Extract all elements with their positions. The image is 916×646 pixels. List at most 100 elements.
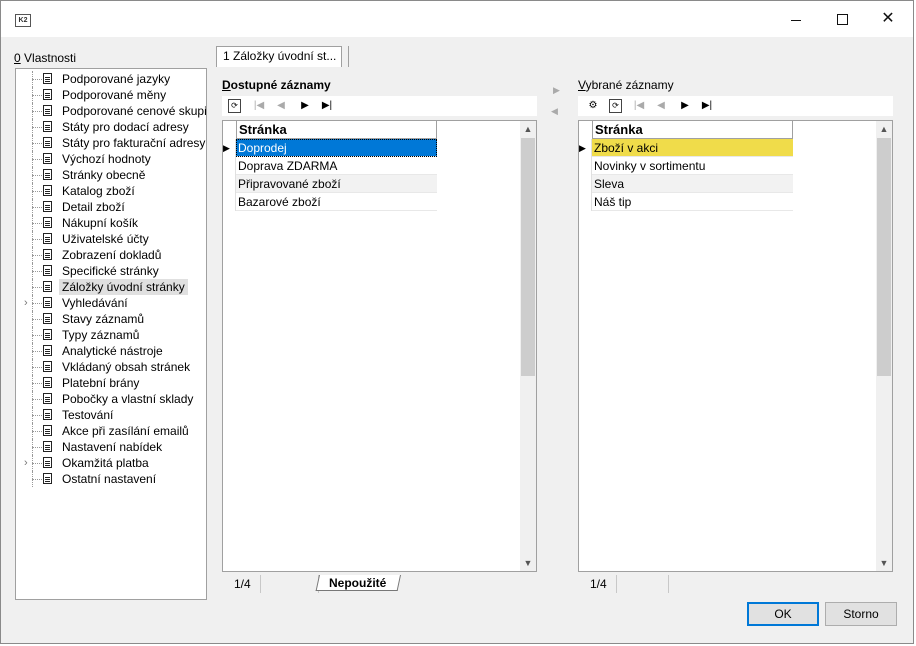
tree-item-label: Specifické stránky	[62, 264, 159, 278]
tree-branch	[32, 239, 42, 240]
prev-record-icon[interactable]: ◀	[652, 97, 670, 115]
tree-item-label: Uživatelské účty	[62, 232, 149, 246]
tree-branch	[32, 127, 42, 128]
cancel-button[interactable]: Storno	[825, 602, 897, 626]
scroll-up-icon[interactable]: ▲	[520, 121, 536, 137]
tree-branch	[32, 335, 42, 336]
tab-unused[interactable]: Nepoužité	[315, 575, 409, 593]
tree-item-label: Nastavení nabídek	[62, 440, 163, 454]
tree-item-label: Okamžitá platba	[62, 456, 149, 470]
available-scrollbar[interactable]: ▲ ▼	[520, 121, 536, 571]
document-icon	[43, 153, 52, 164]
available-grid[interactable]: Stránka ▲ ▼ ▶ Doprodej Doprava ZDARMA Připr…	[222, 120, 537, 572]
document-icon	[43, 201, 52, 212]
table-cell[interactable]: Doprodej	[236, 139, 437, 157]
row-pointer-icon[interactable]: ▶	[579, 139, 592, 157]
tree-item-label: Státy pro fakturační adresy	[62, 136, 206, 150]
column-header-page[interactable]: Stránka	[592, 121, 793, 139]
tree-branch	[32, 367, 42, 368]
column-header-page[interactable]: Stránka	[236, 121, 437, 139]
selected-status-bar: 1/4	[578, 575, 893, 593]
tree-item-label: Akce při zasílání emailů	[62, 424, 189, 438]
table-cell[interactable]: Připravované zboží	[236, 175, 437, 193]
table-row[interactable]: Náš tip	[579, 193, 793, 211]
table-row[interactable]: Doprava ZDARMA	[223, 157, 437, 175]
table-cell[interactable]: Bazarové zboží	[236, 193, 437, 211]
table-row[interactable]: ▶ Zboží v akci	[579, 139, 793, 157]
table-row[interactable]: Bazarové zboží	[223, 193, 437, 211]
scroll-down-icon[interactable]: ▼	[520, 555, 536, 571]
row-indicator[interactable]	[223, 175, 236, 193]
document-icon	[43, 265, 52, 276]
document-icon	[43, 457, 52, 468]
move-right-icon[interactable]: ▶	[553, 85, 560, 96]
expand-chevron-icon[interactable]: ›	[24, 455, 28, 471]
tree-branch	[32, 159, 42, 160]
selected-scrollbar[interactable]: ▲ ▼	[876, 121, 892, 571]
ok-button[interactable]: OK	[747, 602, 819, 626]
move-left-icon[interactable]: ◀	[551, 106, 558, 117]
tree-item-label: Podporované měny	[62, 88, 167, 102]
scroll-thumb[interactable]	[521, 138, 535, 376]
tree-item-label: Detail zboží	[62, 200, 125, 214]
row-indicator[interactable]	[223, 193, 236, 211]
tree-branch	[32, 95, 42, 96]
tree-item-label: Platební brány	[62, 376, 140, 390]
app-icon: K2	[15, 14, 31, 27]
table-row[interactable]: ▶ Doprodej	[223, 139, 437, 157]
scroll-down-icon[interactable]: ▼	[876, 555, 892, 571]
tree-branch	[32, 111, 42, 112]
table-row[interactable]: Připravované zboží	[223, 175, 437, 193]
tab-homepage-bookmarks[interactable]: 1 Záložky úvodní st...	[216, 46, 342, 67]
document-icon	[43, 313, 52, 324]
last-record-icon[interactable]: ▶|	[698, 97, 716, 115]
row-indicator[interactable]	[579, 175, 592, 193]
tab-separator	[348, 46, 349, 67]
table-cell[interactable]: Zboží v akci	[592, 139, 793, 157]
document-icon	[43, 217, 52, 228]
tab-unused-label: Nepoužité	[329, 576, 387, 590]
scroll-thumb[interactable]	[877, 138, 891, 376]
tree-branch	[32, 415, 42, 416]
close-button[interactable]: ✕	[865, 1, 911, 37]
tree-branch	[32, 79, 42, 80]
row-indicator[interactable]	[579, 193, 592, 211]
document-icon	[43, 441, 52, 452]
properties-tree[interactable]: Podporované jazyky Podporované měny Podpor…	[15, 68, 207, 600]
maximize-button[interactable]	[819, 1, 865, 37]
tree-item-label: Vkládaný obsah stránek	[62, 360, 191, 374]
scroll-up-icon[interactable]: ▲	[876, 121, 892, 137]
selected-toolbar: ⚙ ⟳ |◀ ◀ ▶ ▶|	[578, 96, 893, 116]
table-row[interactable]: Sleva	[579, 175, 793, 193]
tree-item-label: Katalog zboží	[62, 184, 135, 198]
tree-item-label: Pobočky a vlastní sklady	[62, 392, 194, 406]
refresh-icon[interactable]: ⟳	[609, 99, 622, 113]
available-records-title: Dostupné záznamy	[222, 78, 331, 92]
row-indicator[interactable]	[223, 157, 236, 175]
tree-branch	[32, 479, 42, 480]
next-record-icon[interactable]: ▶	[676, 97, 694, 115]
settings-icon[interactable]: ⚙	[584, 97, 602, 115]
minimize-button[interactable]	[773, 1, 819, 37]
next-record-icon[interactable]: ▶	[296, 97, 314, 115]
available-record-counter: 1/4	[222, 575, 261, 593]
tree-item-label: Ostatní nastavení	[62, 472, 157, 486]
document-icon	[43, 361, 52, 372]
expand-chevron-icon[interactable]: ›	[24, 295, 28, 311]
document-icon	[43, 105, 52, 116]
last-record-icon[interactable]: ▶|	[318, 97, 336, 115]
table-row[interactable]: Novinky v sortimentu	[579, 157, 793, 175]
document-icon	[43, 249, 52, 260]
refresh-icon[interactable]: ⟳	[228, 99, 241, 113]
table-cell[interactable]: Sleva	[592, 175, 793, 193]
table-cell[interactable]: Novinky v sortimentu	[592, 157, 793, 175]
first-record-icon[interactable]: |◀	[250, 97, 268, 115]
first-record-icon[interactable]: |◀	[630, 97, 648, 115]
prev-record-icon[interactable]: ◀	[272, 97, 290, 115]
tree-item-label: Analytické nástroje	[62, 344, 163, 358]
selected-grid[interactable]: Stránka ▲ ▼ ▶ Zboží v akci Novinky v sorti…	[578, 120, 893, 572]
row-indicator[interactable]	[579, 157, 592, 175]
table-cell[interactable]: Doprava ZDARMA	[236, 157, 437, 175]
row-pointer-icon[interactable]: ▶	[223, 139, 236, 157]
table-cell[interactable]: Náš tip	[592, 193, 793, 211]
